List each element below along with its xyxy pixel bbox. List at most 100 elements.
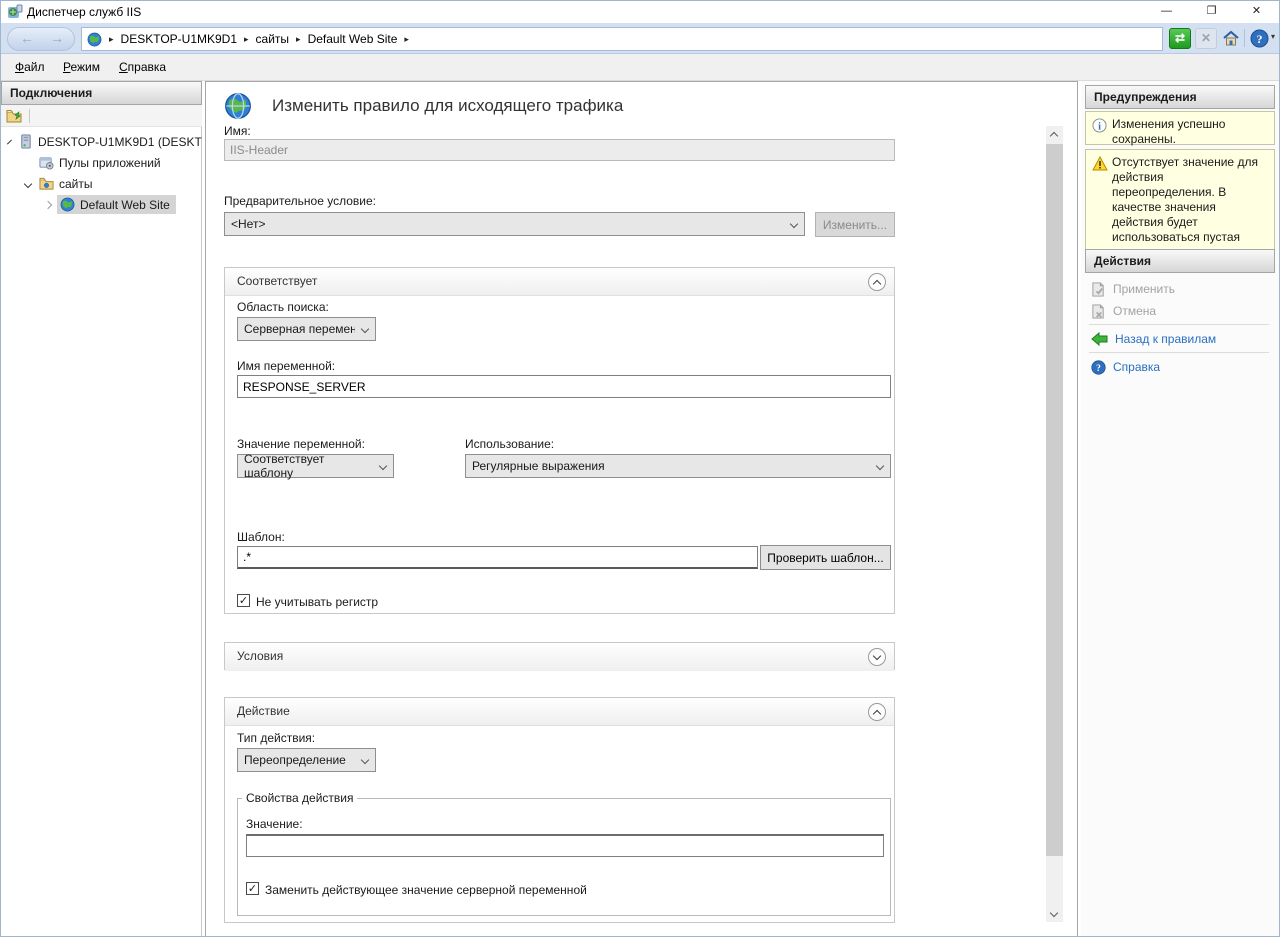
tree-node-app-pools[interactable]: Пулы приложений (1, 152, 202, 173)
test-pattern-button[interactable]: Проверить шаблон... (760, 545, 891, 570)
action-cancel: Отмена (1085, 301, 1275, 321)
scroll-down-icon[interactable] (1046, 905, 1063, 922)
selected-tree-item[interactable]: Default Web Site (57, 195, 176, 214)
ignore-case-checkbox[interactable]: ✓ (237, 594, 250, 607)
home-icon[interactable] (1221, 28, 1243, 49)
toolbar-separator (29, 109, 30, 123)
tree-node-sites[interactable]: сайты (1, 173, 202, 194)
window-title: Диспетчер служб IIS (27, 1, 141, 23)
usage-select[interactable]: Регулярные выражения (465, 454, 891, 478)
action-section: Действие Тип действия: Переопределение С… (224, 697, 895, 923)
right-panel: Предупреждения i Изменения успешно сохра… (1081, 81, 1280, 937)
forward-icon[interactable]: → (50, 30, 64, 46)
actions-header: Действия (1085, 249, 1275, 273)
replace-value-checkbox[interactable]: ✓ (246, 882, 259, 895)
help-icon: ? (1091, 360, 1106, 375)
value-label: Значение: (246, 817, 303, 831)
scope-label: Область поиска: (237, 300, 329, 314)
variable-name-input[interactable] (237, 375, 891, 398)
tree-node-label[interactable]: Пулы приложений (59, 156, 161, 170)
scrollbar[interactable] (1046, 126, 1063, 922)
action-type-label: Тип действия: (237, 731, 315, 745)
chevron-down-icon (876, 462, 884, 470)
breadcrumb-separator-icon[interactable]: ▸ (244, 34, 249, 45)
action-label: Отмена (1113, 304, 1156, 318)
variable-value-select[interactable]: Соответствует шаблону (237, 454, 394, 478)
chevron-down-icon[interactable] (7, 139, 12, 144)
menu-view[interactable]: Режим (57, 54, 106, 81)
ignore-case-label: Не учитывать регистр (256, 595, 378, 609)
site-globe-icon (60, 197, 75, 212)
chevron-down-icon[interactable] (24, 179, 32, 187)
scroll-up-icon[interactable] (1046, 126, 1063, 143)
page-title: Изменить правило для исходящего трафика (272, 96, 623, 116)
match-section-header[interactable]: Соответствует (225, 268, 894, 296)
action-section-header[interactable]: Действие (225, 698, 894, 726)
chevron-up-icon (873, 280, 881, 288)
scope-value: Серверная переменн (244, 322, 355, 336)
breadcrumb-sites[interactable]: сайты (256, 32, 290, 46)
alert-text: Отсутствует значение для действия переоп… (1112, 155, 1258, 259)
pattern-input[interactable] (237, 546, 758, 569)
refresh-icon[interactable]: ⇄ (1169, 28, 1191, 49)
page-globe-icon (224, 92, 252, 120)
edit-precondition-button: Изменить... (815, 212, 895, 237)
breadcrumb-default-web-site[interactable]: Default Web Site (308, 32, 398, 46)
app-icon (7, 4, 23, 20)
menu-help[interactable]: Справка (113, 54, 172, 81)
action-apply: Применить (1085, 279, 1275, 299)
address-bar[interactable]: ▸ DESKTOP-U1MK9D1 ▸ сайты ▸ Default Web … (81, 27, 1163, 51)
chevron-down-icon (361, 325, 369, 333)
variable-value-value: Соответствует шаблону (244, 452, 373, 480)
minimize-button[interactable]: — (1144, 1, 1189, 23)
name-label: Имя: (224, 124, 251, 138)
chevron-down-icon (790, 220, 798, 228)
variable-value-label: Значение переменной: (237, 437, 365, 451)
action-properties-group: Свойства действия Значение: ✓ Заменить д… (237, 791, 891, 916)
warning-icon (1092, 156, 1108, 171)
menu-file[interactable]: Файл (9, 54, 51, 81)
back-icon[interactable]: ← (20, 30, 34, 46)
title-bar: Диспетчер служб IIS — ❐ ✕ (1, 1, 1280, 23)
alert-warning: Отсутствует значение для действия переоп… (1085, 149, 1275, 256)
action-type-select[interactable]: Переопределение (237, 748, 376, 772)
restore-button[interactable]: ❐ (1189, 1, 1234, 23)
chevron-up-icon (873, 710, 881, 718)
svg-text:?: ? (1257, 32, 1263, 46)
help-caret-icon[interactable]: ▾ (1271, 32, 1275, 41)
collapse-section-button[interactable] (868, 273, 886, 291)
tree-node-label[interactable]: Default Web Site (80, 198, 170, 212)
divider (1089, 324, 1269, 325)
tree-node-default-web-site[interactable]: Default Web Site (1, 194, 202, 215)
tree-node-label[interactable]: DESKTOP-U1MK9D1 (DESKTOP (38, 135, 202, 149)
cancel-icon (1091, 304, 1106, 319)
sites-folder-icon (39, 176, 54, 191)
navigation-cloud: ← → (7, 27, 75, 51)
alerts-header: Предупреждения (1085, 85, 1275, 109)
divider (1089, 352, 1269, 353)
server-icon (18, 134, 33, 149)
tree-node-server[interactable]: DESKTOP-U1MK9D1 (DESKTOP (1, 131, 202, 152)
breadcrumb-server[interactable]: DESKTOP-U1MK9D1 (121, 32, 237, 46)
chevron-right-icon[interactable] (44, 200, 52, 208)
usage-label: Использование: (465, 437, 554, 451)
tree-node-label[interactable]: сайты (59, 177, 93, 191)
expand-section-button[interactable] (868, 648, 886, 666)
help-icon[interactable]: ? (1249, 28, 1271, 49)
breadcrumb-separator-icon[interactable]: ▸ (404, 34, 409, 45)
action-help[interactable]: ? Справка (1085, 357, 1275, 377)
collapse-section-button[interactable] (868, 703, 886, 721)
conditions-section-header[interactable]: Условия (225, 643, 894, 671)
action-type-value: Переопределение (244, 753, 346, 767)
close-button[interactable]: ✕ (1234, 1, 1279, 23)
scope-select[interactable]: Серверная переменн (237, 317, 376, 341)
action-back-to-rules[interactable]: Назад к правилам (1085, 329, 1275, 349)
action-label: Назад к правилам (1115, 332, 1216, 346)
connect-folder-icon[interactable] (6, 108, 22, 124)
breadcrumb-separator-icon[interactable]: ▸ (296, 34, 301, 45)
svg-text:?: ? (1096, 364, 1101, 374)
scrollbar-thumb[interactable] (1046, 144, 1063, 856)
globe-icon (87, 32, 102, 47)
value-input[interactable] (246, 834, 884, 857)
precondition-select[interactable]: <Нет> (224, 212, 805, 236)
